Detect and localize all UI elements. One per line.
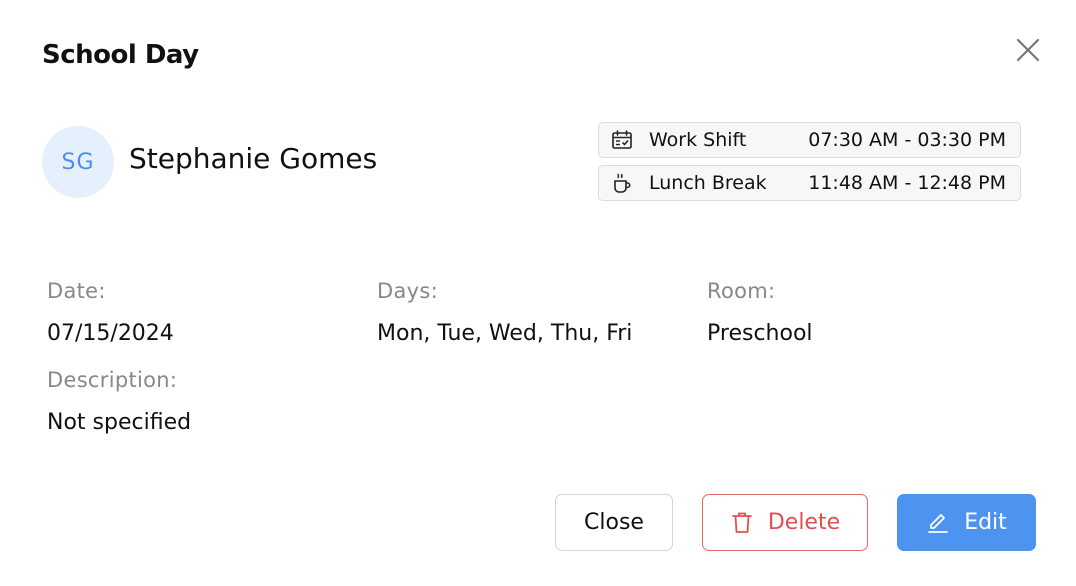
close-button-label: Close	[584, 510, 644, 535]
coffee-cup-icon	[611, 172, 633, 194]
description-label: Description:	[47, 368, 178, 392]
work-shift-time: 07:30 AM - 03:30 PM	[808, 129, 1006, 151]
work-shift-badge: Work Shift 07:30 AM - 03:30 PM	[598, 122, 1021, 158]
school-day-dialog: School Day SG Stephanie Gomes Work Shift…	[0, 0, 1076, 586]
person-name: Stephanie Gomes	[129, 142, 378, 175]
date-value: 07/15/2024	[47, 321, 174, 346]
pencil-icon	[926, 511, 950, 535]
close-icon[interactable]	[1012, 34, 1044, 66]
avatar-initials: SG	[61, 149, 95, 175]
date-label: Date:	[47, 279, 106, 303]
calendar-check-icon	[611, 129, 633, 151]
days-value: Mon, Tue, Wed, Thu, Fri	[377, 321, 633, 346]
delete-button[interactable]: Delete	[702, 494, 868, 551]
dialog-title: School Day	[42, 40, 199, 70]
delete-button-label: Delete	[767, 510, 841, 535]
lunch-break-label: Lunch Break	[649, 172, 767, 194]
description-value: Not specified	[47, 410, 192, 435]
days-label: Days:	[377, 279, 438, 303]
lunch-break-badge: Lunch Break 11:48 AM - 12:48 PM	[598, 165, 1021, 201]
trash-icon	[730, 511, 754, 535]
edit-button-label: Edit	[964, 510, 1007, 535]
close-button[interactable]: Close	[555, 494, 673, 551]
room-value: Preschool	[707, 321, 813, 346]
lunch-break-time: 11:48 AM - 12:48 PM	[808, 172, 1006, 194]
avatar: SG	[42, 126, 114, 198]
work-shift-label: Work Shift	[649, 129, 747, 151]
room-label: Room:	[707, 279, 776, 303]
edit-button[interactable]: Edit	[897, 494, 1036, 551]
